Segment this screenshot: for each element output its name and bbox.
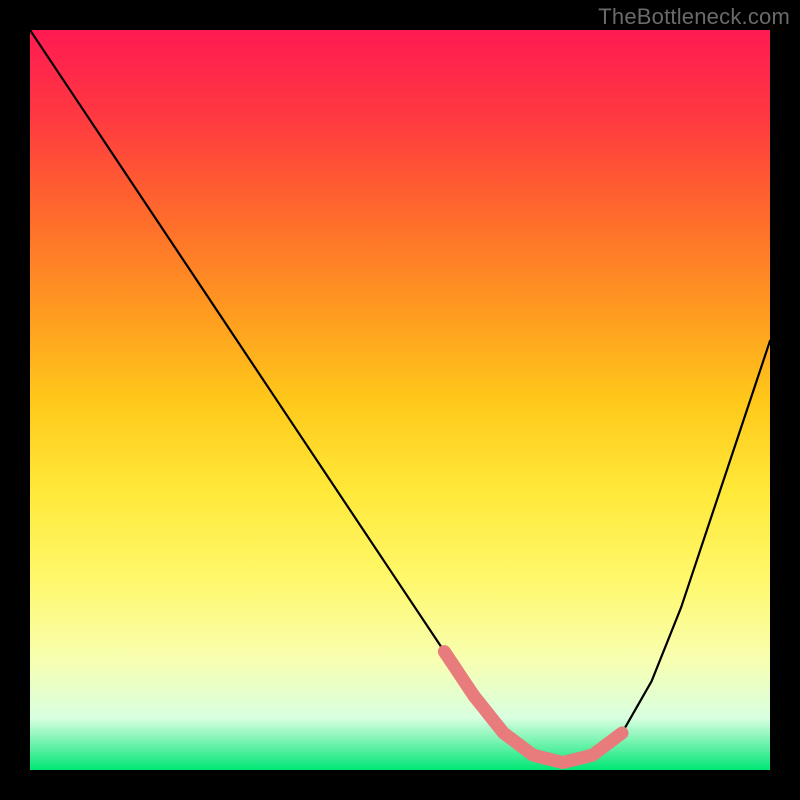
chart-frame: TheBottleneck.com	[0, 0, 800, 800]
highlight-segment-bottom	[474, 696, 592, 763]
highlight-segment-left	[444, 652, 474, 696]
bottleneck-curve	[30, 30, 770, 763]
highlight-segment-right	[592, 733, 622, 755]
watermark-text: TheBottleneck.com	[598, 4, 790, 30]
bottleneck-curve-svg	[30, 30, 770, 770]
